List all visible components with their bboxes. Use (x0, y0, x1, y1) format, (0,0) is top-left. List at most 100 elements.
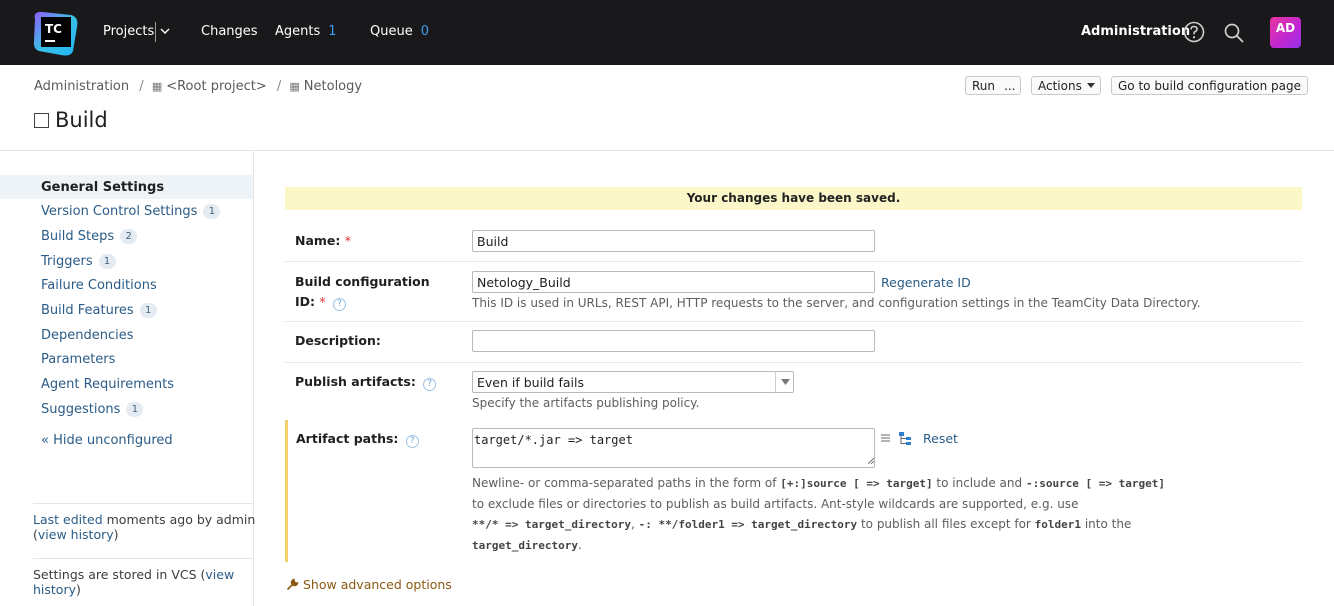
config-id-label-line1: Build configuration (295, 274, 430, 289)
required-marker: * (319, 294, 326, 309)
nav-queue-label: Queue (370, 24, 413, 39)
artifact-paths-help: Newline- or comma-separated paths in the… (472, 473, 1165, 556)
help-text: to exclude files or directories to publi… (472, 497, 1079, 511)
help-code: -:source [ => target] (1025, 477, 1166, 490)
publish-artifacts-label: Publish artifacts: ? (295, 374, 437, 391)
breadcrumb-netology[interactable]: Netology (304, 79, 362, 94)
nav-agents[interactable]: Agents 1 (275, 24, 337, 39)
sidebar-divider (33, 503, 253, 504)
sidebar-item-build-features[interactable]: Build Features 1 (41, 303, 157, 318)
sidebar-item-parameters[interactable]: Parameters (41, 352, 115, 367)
sidebar-item-general-settings[interactable]: General Settings (41, 180, 164, 195)
show-advanced-options-link[interactable]: Show advanced options (286, 577, 452, 592)
paren-close: ) (76, 582, 81, 597)
breadcrumb: Administration / ▦ <Root project> / ▦ Neto… (34, 79, 366, 94)
regenerate-id-link[interactable]: Regenerate ID (881, 275, 971, 290)
config-id-label-line2: ID: (295, 294, 316, 309)
run-options-button[interactable]: ... (999, 76, 1022, 95)
view-history-link[interactable]: view history (38, 527, 114, 542)
last-edited-link[interactable]: Last edited (33, 512, 103, 527)
help-text: , (630, 517, 639, 531)
count-badge: 1 (203, 204, 221, 219)
breadcrumb-separator: / (139, 79, 144, 94)
help-text: to include and (932, 476, 1026, 490)
artifact-paths-textarea[interactable]: target/*.jar => target (472, 428, 875, 468)
actions-label: Actions (1038, 79, 1082, 93)
hide-unconfigured-link[interactable]: « Hide unconfigured (41, 433, 173, 448)
sidebar-item-label: Build Features (41, 303, 134, 318)
sidebar-item-build-steps[interactable]: Build Steps 2 (41, 229, 138, 244)
count-badge: 1 (126, 402, 144, 417)
help-text: . (577, 538, 582, 552)
count-badge: 2 (120, 229, 138, 244)
last-edited-info: Last edited moments ago by admin (view h… (33, 512, 255, 542)
name-input[interactable]: Build (472, 230, 875, 252)
config-id-hint: This ID is used in URLs, REST API, HTTP … (472, 296, 1201, 310)
sidebar-item-version-control-settings[interactable]: Version Control Settings 1 (41, 204, 221, 219)
help-text: Newline- or comma-separated paths in the… (472, 476, 781, 490)
sidebar-item-agent-requirements[interactable]: Agent Requirements (41, 377, 174, 392)
vcs-settings-info: Settings are stored in VCS (view history… (33, 567, 234, 597)
user-avatar[interactable]: AD (1270, 17, 1301, 48)
modified-field-indicator (285, 420, 288, 562)
sidebar-item-suggestions[interactable]: Suggestions 1 (41, 402, 144, 417)
breadcrumb-root-project[interactable]: <Root project> (166, 79, 267, 94)
nav-queue[interactable]: Queue 0 (370, 24, 429, 39)
help-icon[interactable] (1183, 21, 1205, 43)
help-text: to publish all files except for (857, 517, 1035, 531)
paren-close: ) (113, 527, 119, 542)
row-divider (285, 321, 1302, 322)
config-id-input[interactable]: Netology_Build (472, 271, 875, 293)
last-edited-text: moments ago by admin (106, 512, 256, 527)
artifact-paths-label: Artifact paths: ? (296, 431, 419, 448)
caret-down-icon (781, 379, 790, 385)
description-input[interactable] (472, 330, 875, 352)
nav-agents-label: Agents (275, 24, 321, 39)
project-icon: ▦ (151, 80, 163, 93)
publish-artifacts-hint: Specify the artifacts publishing policy. (472, 396, 700, 410)
description-label: Description: (295, 333, 381, 348)
search-icon[interactable] (1223, 22, 1245, 44)
show-advanced-options-label: Show advanced options (303, 577, 452, 592)
vcs-view-history-link-cont[interactable]: history (33, 582, 76, 597)
name-label-text: Name: (295, 233, 341, 248)
run-button[interactable]: Run (965, 76, 1003, 95)
top-navigation-bar: TC Projects Changes Agents 1 Queue 0 Admin… (0, 0, 1334, 65)
actions-dropdown[interactable]: Actions (1031, 76, 1101, 95)
vcs-view-history-link[interactable]: view (205, 567, 234, 582)
sidebar-divider (33, 558, 253, 559)
help-code: **/* => target_directory (472, 518, 631, 531)
page-title: Build (34, 108, 108, 132)
question-icon[interactable]: ? (423, 378, 437, 391)
sidebar-item-dependencies[interactable]: Dependencies (41, 328, 134, 343)
help-code: -: **/folder1 => target_directory (638, 518, 858, 531)
chevron-down-icon[interactable] (160, 26, 170, 36)
breadcrumb-administration[interactable]: Administration (34, 79, 129, 94)
help-code: target_directory (472, 539, 578, 552)
page-title-text: Build (55, 108, 108, 132)
config-id-label: Build configuration ID: * ? (295, 272, 430, 312)
nav-changes[interactable]: Changes (201, 24, 258, 39)
help-text: into the (1081, 517, 1132, 531)
wrench-icon (286, 578, 299, 591)
list-icon[interactable] (880, 433, 891, 444)
resize-handle-icon[interactable] (868, 458, 874, 464)
question-icon[interactable]: ? (333, 298, 346, 311)
go-to-build-configuration-button[interactable]: Go to build configuration page (1111, 76, 1309, 95)
publish-artifacts-select[interactable]: Even if build fails (472, 371, 794, 393)
row-divider (285, 261, 1302, 262)
artifact-paths-label-text: Artifact paths: (296, 431, 399, 446)
select-dropdown-button[interactable] (775, 371, 794, 393)
sidebar-item-failure-conditions[interactable]: Failure Conditions (41, 278, 157, 293)
nav-divider (155, 22, 156, 42)
administration-link[interactable]: Administration (1081, 24, 1190, 39)
count-badge: 1 (139, 303, 157, 318)
nav-projects[interactable]: Projects (103, 24, 154, 39)
reset-link[interactable]: Reset (923, 431, 958, 446)
help-code: folder1 (1034, 518, 1082, 531)
tree-browse-icon[interactable] (898, 431, 913, 446)
sidebar-item-triggers[interactable]: Triggers 1 (41, 254, 116, 269)
teamcity-logo[interactable]: TC (31, 9, 81, 57)
count-badge: 1 (98, 254, 116, 269)
question-icon[interactable]: ? (405, 435, 419, 448)
